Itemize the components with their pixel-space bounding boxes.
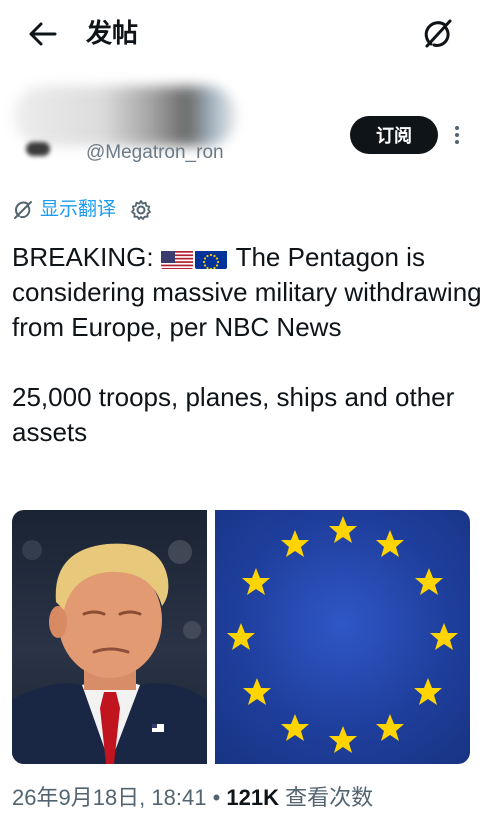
arrow-left-icon <box>29 22 57 46</box>
show-translation-link[interactable]: 显示翻译 <box>40 197 116 223</box>
media-photo-portrait[interactable] <box>12 510 207 764</box>
more-vertical-icon[interactable] <box>446 120 468 150</box>
us-flag-icon <box>160 247 193 269</box>
media-grid <box>12 510 470 764</box>
grok-button[interactable] <box>418 14 458 54</box>
page-title: 发帖 <box>86 18 139 48</box>
media-photo-eu-flag[interactable] <box>215 510 470 764</box>
top-bar: 发帖 <box>0 0 493 68</box>
gear-icon[interactable] <box>130 199 152 221</box>
translate-icon <box>14 201 32 219</box>
views-label: 查看次数 <box>285 785 374 810</box>
views-count: 121K <box>226 785 280 810</box>
avatar[interactable] <box>26 142 50 156</box>
timestamp[interactable]: 26年9月18日, 18:41 <box>12 785 206 810</box>
separator: • <box>212 785 221 810</box>
subscribe-button[interactable]: 订阅 <box>350 116 438 154</box>
back-button[interactable] <box>24 16 60 52</box>
tweet-body: The Pentagon is considering massive mili… <box>12 242 482 447</box>
tweet-text: BREAKING: The Pentagon is considering ma… <box>12 240 482 450</box>
tweet-meta: 26年9月18日, 18:41 • 121K 查看次数 <box>12 784 373 812</box>
translate-row[interactable]: 显示翻译 <box>12 196 152 224</box>
breaking-label: BREAKING: <box>12 242 154 272</box>
grok-icon <box>424 19 452 48</box>
author-handle[interactable]: @Megatron_ron <box>86 140 224 166</box>
redacted-author-name[interactable] <box>14 86 236 146</box>
eu-flag-icon <box>194 247 227 269</box>
